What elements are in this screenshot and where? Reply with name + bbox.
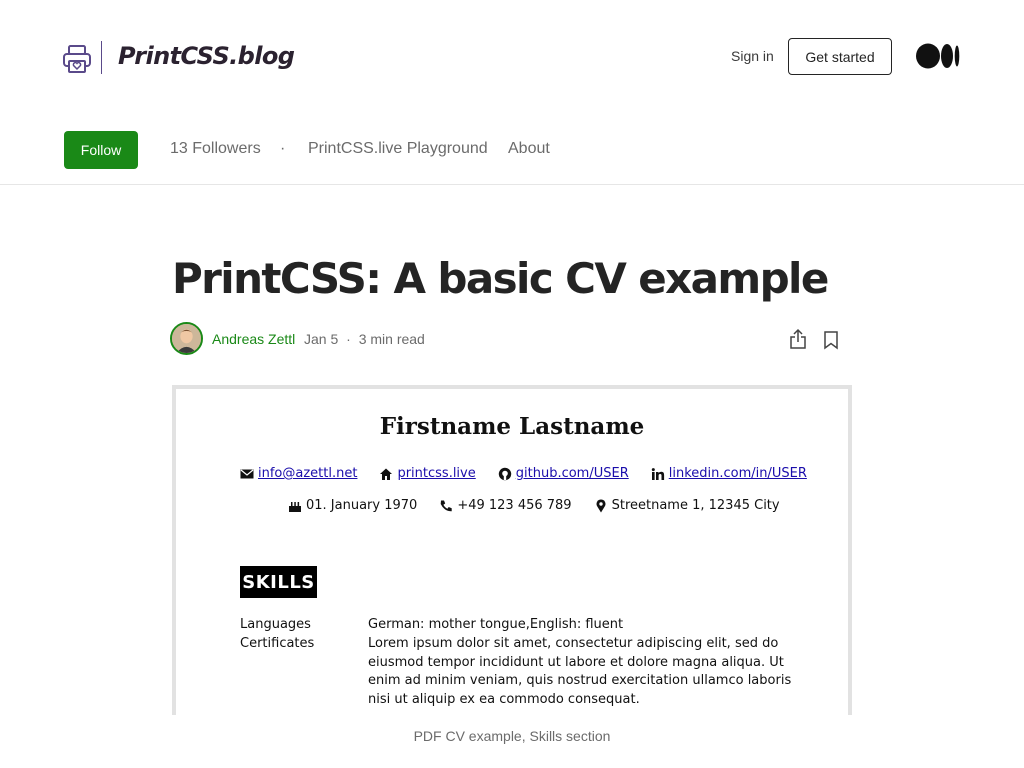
article-meta: Jan 5 · 3 min read (304, 331, 425, 347)
author-name-link[interactable]: Andreas Zettl (212, 331, 295, 347)
map-pin-icon (596, 498, 606, 512)
github-icon (498, 467, 511, 480)
cv-languages-label: Languages (240, 617, 311, 632)
envelope-icon (240, 469, 254, 478)
followers-link[interactable]: 13 Followers (170, 140, 261, 158)
nav-divider (0, 184, 1024, 185)
cv-address: Streetname 1, 12345 City (611, 498, 780, 513)
cv-website-link[interactable]: printcss.live (397, 466, 475, 481)
home-icon (380, 468, 393, 480)
sign-in-link[interactable]: Sign in (731, 48, 774, 64)
site-header: PrintCSS.blog Sign in Get started (0, 0, 1024, 112)
meta-separator: · (346, 331, 351, 347)
nav-separator: · (280, 140, 286, 157)
printer-heart-icon[interactable] (62, 43, 92, 75)
cv-skills-heading: SKILLS (240, 566, 317, 598)
cv-certificates-label: Certificates (240, 636, 315, 651)
about-link[interactable]: About (508, 140, 550, 158)
cv-email-link[interactable]: info@azettl.net (258, 466, 357, 481)
cv-birthday: 01. January 1970 (306, 498, 418, 513)
article-title: PrintCSS: A basic CV example (172, 254, 829, 303)
read-time: 3 min read (358, 331, 425, 347)
bookmark-icon[interactable] (823, 330, 839, 350)
get-started-button[interactable]: Get started (788, 38, 892, 75)
logo-divider (101, 41, 102, 74)
cv-preview-image: Firstname Lastname info@azettl.net print… (172, 385, 852, 715)
playground-link[interactable]: PrintCSS.live Playground (308, 140, 488, 158)
medium-logo[interactable] (915, 43, 961, 69)
follow-button[interactable]: Follow (64, 131, 138, 169)
linkedin-icon (651, 467, 664, 480)
cv-phone: +49 123 456 789 (457, 498, 572, 513)
cv-linkedin-link[interactable]: linkedin.com/in/USER (669, 466, 807, 481)
cv-certificates-value: Lorem ipsum dolor sit amet, consectetur … (368, 636, 792, 707)
cv-languages-value: German: mother tongue,English: fluent (368, 617, 624, 632)
cv-name: Firstname Lastname (379, 413, 645, 440)
cv-contact-row-2: 01. January 1970 +49 123 456 789 Streetn… (288, 498, 780, 513)
phone-icon (441, 500, 453, 511)
blog-title[interactable]: PrintCSS.blog (118, 42, 295, 70)
cv-github-link[interactable]: github.com/USER (516, 466, 629, 481)
cv-contact-row-1: info@azettl.net printcss.live github.com… (240, 466, 807, 481)
publish-date: Jan 5 (304, 331, 339, 347)
image-caption: PDF CV example, Skills section (413, 728, 611, 744)
author-avatar[interactable] (170, 322, 203, 355)
cake-icon (289, 501, 301, 512)
share-icon[interactable] (789, 328, 807, 350)
